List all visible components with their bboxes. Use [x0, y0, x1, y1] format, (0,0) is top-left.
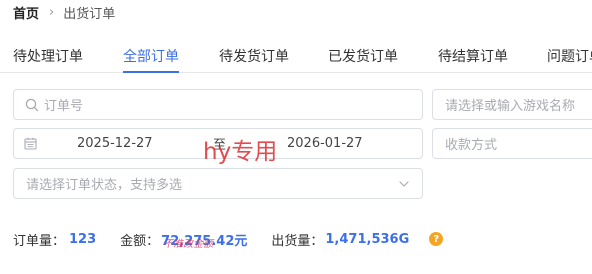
tab-shipped[interactable]: 已发货订单 — [328, 46, 398, 66]
order-status-placeholder: 请选择订单状态，支持多选 — [26, 178, 183, 193]
breadcrumb-separator-icon: › — [49, 4, 55, 20]
date-start-input[interactable]: 2025-12-27 — [77, 136, 153, 151]
tab-problem[interactable]: 问题订单 — [547, 46, 592, 66]
payment-method-placeholder: 收款方式 — [445, 138, 498, 153]
help-icon[interactable]: ? — [429, 232, 444, 246]
tab-to-ship[interactable]: 待发货订单 — [219, 46, 289, 66]
amount-container: 72,275.42元 不准改金额 — [161, 230, 247, 250]
game-select[interactable]: 请选择或输入游戏名称 — [432, 89, 592, 120]
tab-pending[interactable]: 待处理订单 — [13, 46, 83, 66]
amount-scribble-overlay: 不准改金额 — [163, 238, 214, 250]
calendar-icon — [24, 137, 37, 150]
breadcrumb-home[interactable]: 首页 — [13, 3, 39, 22]
order-count-label: 订单量： — [13, 233, 66, 249]
order-number-input[interactable]: 订单号 — [13, 89, 423, 120]
date-range-separator: 至 — [213, 138, 227, 153]
order-number-placeholder: 订单号 — [44, 99, 84, 114]
order-count-value: 123 — [69, 231, 97, 247]
amount-label: 金额： — [120, 233, 160, 249]
game-select-placeholder: 请选择或输入游戏名称 — [445, 99, 576, 114]
order-tabs: 待处理订单 全部订单 待发货订单 已发货订单 待结算订单 问题订单 — [0, 38, 592, 73]
breadcrumb: 首页 › 出货订单 — [13, 3, 116, 22]
shipped-quantity-label: 出货量： — [271, 233, 324, 249]
chevron-down-icon — [398, 178, 410, 194]
date-range-picker[interactable]: 2025-12-27 至 2026-01-27 — [13, 128, 423, 159]
date-end-input[interactable]: 2026-01-27 — [287, 136, 363, 151]
order-status-select[interactable]: 请选择订单状态，支持多选 — [13, 168, 423, 199]
breadcrumb-current: 出货订单 — [63, 6, 116, 22]
tab-all[interactable]: 全部订单 — [123, 46, 179, 66]
active-tab-indicator — [123, 71, 179, 73]
search-icon — [25, 98, 39, 112]
order-summary: 订单量： 123 金额： 72,275.42元 不准改金额 出货量： 1,471… — [13, 230, 444, 250]
shipped-quantity-value: 1,471,536G — [325, 231, 410, 247]
payment-method-select[interactable]: 收款方式 — [432, 128, 592, 159]
tab-to-settle[interactable]: 待结算订单 — [438, 46, 508, 66]
